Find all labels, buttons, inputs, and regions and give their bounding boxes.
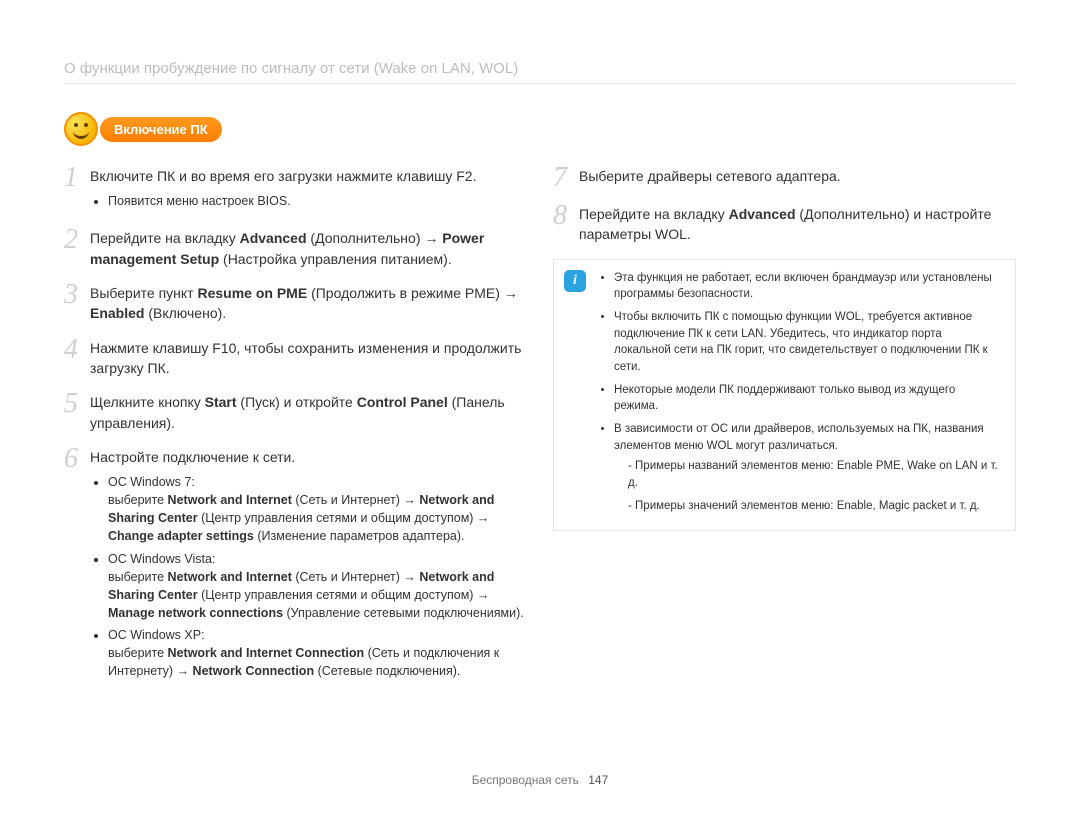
step-text: Настройте подключение к сети. [90, 449, 295, 465]
step-text-bold: Network and Internet Connection [168, 646, 365, 660]
os-head: ОС Windows XP: [108, 628, 205, 642]
step-text-bold: Network Connection [193, 664, 315, 678]
step-number: 8 [553, 204, 575, 228]
step-number: 4 [64, 338, 86, 362]
footer-page-number: 147 [588, 773, 608, 787]
step-text: (Продолжить в режиме PME) → [307, 285, 518, 301]
note-text: В зависимости от ОС или драйверов, испол… [614, 423, 984, 452]
note-list: Эта функция не работает, если включен бр… [596, 270, 1001, 521]
note-item: В зависимости от ОС или драйверов, испол… [614, 421, 1001, 514]
step-text: Выберите пункт [90, 285, 197, 301]
step-text-bold: Enabled [90, 305, 144, 321]
step-text: Нажмите клавишу F10, чтобы сохранить изм… [90, 340, 521, 376]
step-body: Выберите пункт Resume on PME (Продолжить… [90, 283, 527, 324]
step-sublist: Появится меню настроек BIOS. [90, 192, 527, 210]
sub-item: ОС Windows Vista: выберите Network and I… [108, 550, 527, 623]
step-number: 6 [64, 447, 86, 471]
smiley-icon [64, 112, 98, 146]
step-1: 1 Включите ПК и во время его загрузки на… [64, 166, 527, 214]
step-sublist: ОС Windows 7: выберите Network and Inter… [90, 473, 527, 680]
step-body: Щелкните кнопку Start (Пуск) и откройте … [90, 392, 527, 433]
step-number: 1 [64, 166, 86, 190]
step-text-bold: Manage network connections [108, 606, 283, 620]
badge-row: Включение ПК [64, 112, 1016, 146]
step-text: (Центр управления сетями и общим доступо… [198, 511, 490, 525]
step-7: 7 Выберите драйверы сетевого адаптера. [553, 166, 1016, 190]
step-text-bold: Network and Internet [168, 570, 292, 584]
note-sublist: Примеры названий элементов меню: Enable … [614, 458, 1001, 514]
sub-item: ОС Windows XP: выберите Network and Inte… [108, 626, 527, 680]
page: О функции пробуждение по сигналу от сети… [0, 0, 1080, 815]
step-body: Перейдите на вкладку Advanced (Дополните… [90, 228, 527, 269]
content-columns: 1 Включите ПК и во время его загрузки на… [64, 166, 1016, 698]
step-body: Нажмите клавишу F10, чтобы сохранить изм… [90, 338, 527, 379]
step-body: Настройте подключение к сети. ОС Windows… [90, 447, 527, 685]
section-badge: Включение ПК [100, 117, 222, 142]
step-text-bold: Start [205, 394, 237, 410]
step-text: выберите [108, 493, 168, 507]
step-number: 3 [64, 283, 86, 307]
note-item: Эта функция не работает, если включен бр… [614, 270, 1001, 303]
step-text-bold: Resume on PME [197, 285, 307, 301]
step-text: (Настройка управления питанием). [219, 251, 452, 267]
step-text: Включите ПК и во время его загрузки нажм… [90, 168, 476, 184]
note-subitem: Примеры значений элементов меню: Enable,… [628, 498, 1001, 515]
step-text: Перейдите на вкладку [579, 206, 729, 222]
step-text: (Дополнительно) → [307, 230, 443, 246]
step-text: (Изменение параметров адаптера). [254, 529, 465, 543]
page-title: О функции пробуждение по сигналу от сети… [64, 60, 1016, 84]
footer-section: Беспроводная сеть [472, 773, 579, 787]
step-number: 2 [64, 228, 86, 252]
page-footer: Беспроводная сеть 147 [0, 773, 1080, 787]
step-text: (Сетевые подключения). [314, 664, 460, 678]
step-2: 2 Перейдите на вкладку Advanced (Дополни… [64, 228, 527, 269]
os-head: ОС Windows 7: [108, 475, 195, 489]
step-4: 4 Нажмите клавишу F10, чтобы сохранить и… [64, 338, 527, 379]
note-item: Чтобы включить ПК с помощью функции WOL,… [614, 309, 1001, 376]
step-text: (Пуск) и откройте [237, 394, 357, 410]
note-subitem: Примеры названий элементов меню: Enable … [628, 458, 1001, 491]
step-body: Включите ПК и во время его загрузки нажм… [90, 166, 527, 214]
step-text: (Сеть и Интернет) → [292, 570, 420, 584]
step-6: 6 Настройте подключение к сети. ОС Windo… [64, 447, 527, 685]
step-3: 3 Выберите пункт Resume on PME (Продолжи… [64, 283, 527, 324]
note-box: i Эта функция не работает, если включен … [553, 259, 1016, 532]
step-text-bold: Change adapter settings [108, 529, 254, 543]
step-text: выберите [108, 570, 168, 584]
step-text: Перейдите на вкладку [90, 230, 240, 246]
step-text: Выберите драйверы сетевого адаптера. [579, 168, 841, 184]
step-8: 8 Перейдите на вкладку Advanced (Дополни… [553, 204, 1016, 245]
note-item: Некоторые модели ПК поддерживают только … [614, 382, 1001, 415]
info-icon: i [564, 270, 586, 292]
step-text: (Включено). [144, 305, 226, 321]
sub-item: ОС Windows 7: выберите Network and Inter… [108, 473, 527, 546]
step-text-bold: Control Panel [357, 394, 448, 410]
step-text: Щелкните кнопку [90, 394, 205, 410]
step-text: (Управление сетевыми подключениями). [283, 606, 524, 620]
os-head: ОС Windows Vista: [108, 552, 215, 566]
step-text-bold: Advanced [729, 206, 796, 222]
step-number: 7 [553, 166, 575, 190]
left-column: 1 Включите ПК и во время его загрузки на… [64, 166, 527, 698]
right-column: 7 Выберите драйверы сетевого адаптера. 8… [553, 166, 1016, 698]
sub-item: Появится меню настроек BIOS. [108, 192, 527, 210]
step-body: Выберите драйверы сетевого адаптера. [579, 166, 1016, 186]
step-text-bold: Network and Internet [168, 493, 292, 507]
step-text: выберите [108, 646, 168, 660]
step-5: 5 Щелкните кнопку Start (Пуск) и откройт… [64, 392, 527, 433]
step-body: Перейдите на вкладку Advanced (Дополните… [579, 204, 1016, 245]
step-text: (Сеть и Интернет) → [292, 493, 420, 507]
step-number: 5 [64, 392, 86, 416]
step-text-bold: Advanced [240, 230, 307, 246]
step-text: (Центр управления сетями и общим доступо… [198, 588, 490, 602]
